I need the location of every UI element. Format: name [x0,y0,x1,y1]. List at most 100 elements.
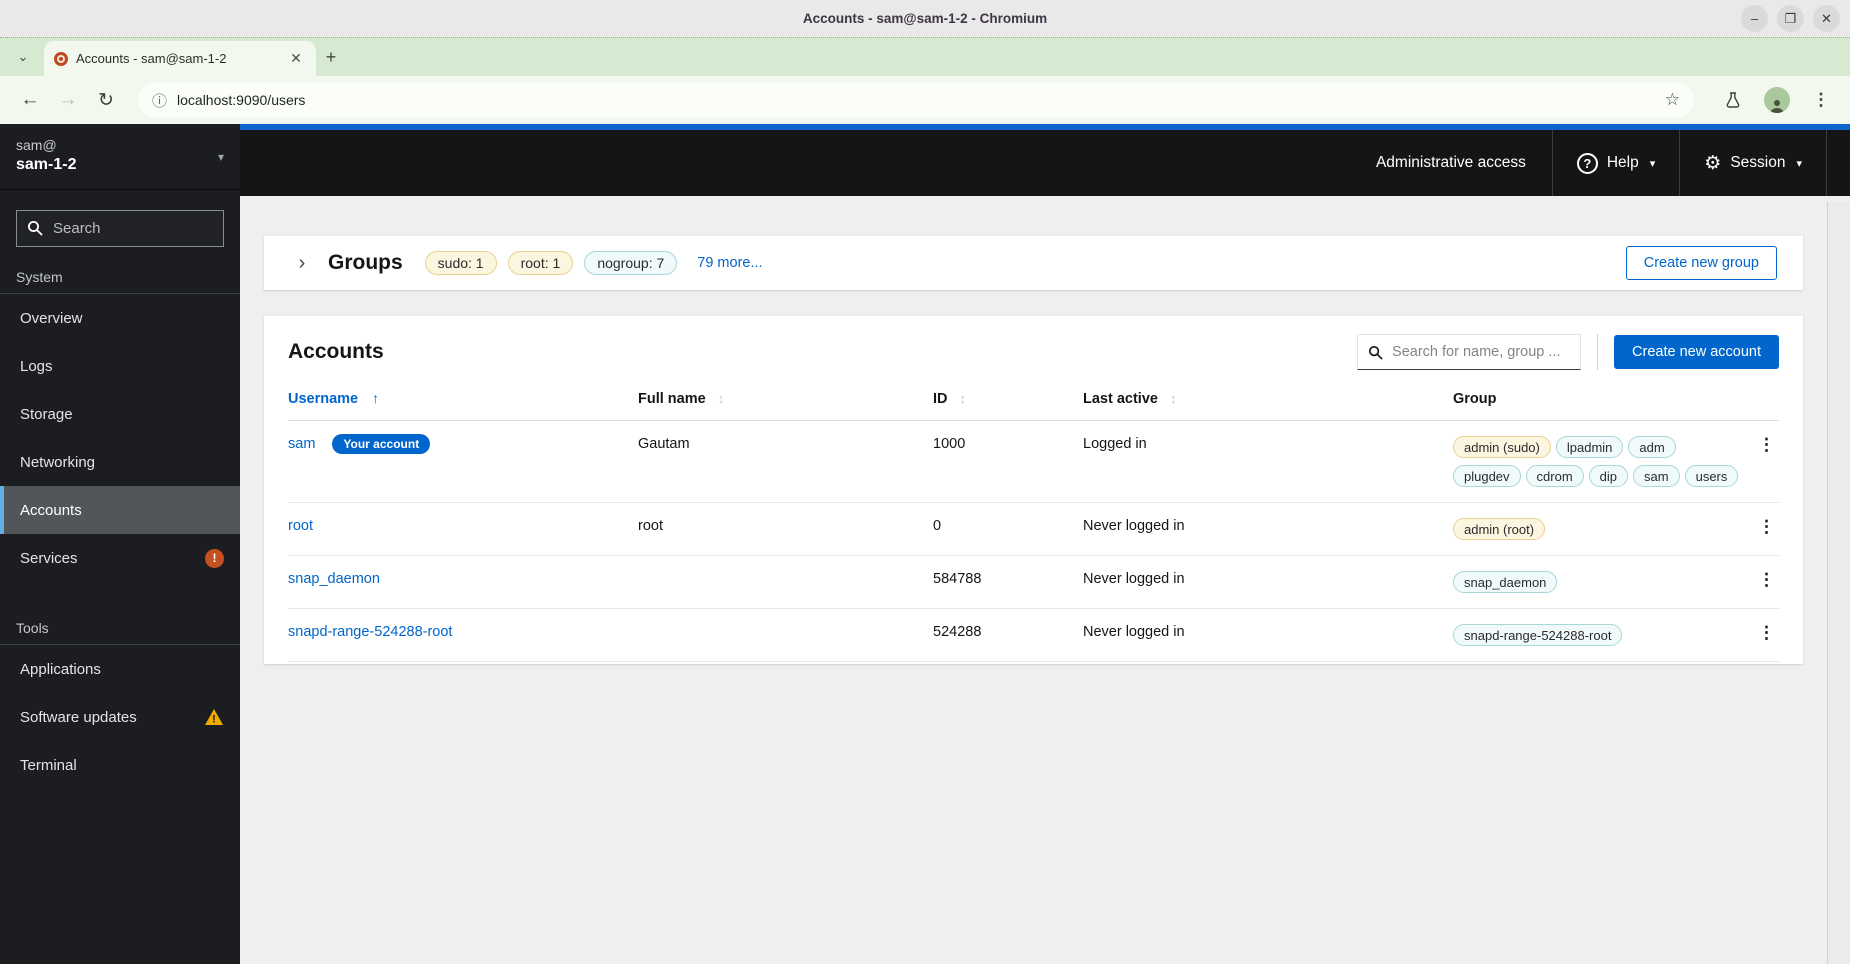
username-link[interactable]: root [288,518,313,534]
sidebar-item-services[interactable]: Services! [0,534,240,582]
administrative-access-button[interactable]: Administrative access [1350,130,1552,196]
full-name-cell: root [638,502,933,556]
group-badges: admin (sudo) lpadmin adm plugdev cdrom dip sam… [1453,436,1741,487]
groups-cell: admin (root) [1453,502,1743,556]
host-switcher[interactable]: sam@ sam-1-2 ▾ [0,124,240,190]
group-badge[interactable]: cdrom [1525,465,1584,487]
create-new-group-button[interactable]: Create new group [1625,246,1777,280]
group-count-badge[interactable]: nogroup: 7 [584,251,678,275]
last-active-cell: Never logged in [1083,555,1453,609]
browser-tab[interactable]: Accounts - sam@sam-1-2 ✕ [44,41,316,76]
group-badge[interactable]: users [1684,465,1739,487]
row-menu-button[interactable]: ⋮ [1758,624,1775,641]
accounts-card: Accounts Create new account Username ↑ Ful… [264,316,1803,664]
sidebar-item-software-updates[interactable]: Software updates! [0,693,240,741]
tab-strip: ⌄ Accounts - sam@sam-1-2 ✕ + [0,37,1850,76]
maximize-button[interactable]: ❐ [1777,5,1804,32]
group-badge[interactable]: snap_daemon [1453,571,1558,593]
close-icon: ✕ [1821,11,1832,26]
group-count-badge[interactable]: sudo: 1 [424,251,497,275]
forward-button[interactable]: → [52,84,84,116]
row-menu-button[interactable]: ⋮ [1758,436,1775,453]
danger-badge-icon: ! [205,548,224,568]
restore-icon: ❐ [1784,11,1797,26]
sidebar-item-applications[interactable]: Applications [0,645,240,693]
sidebar-item-accounts[interactable]: Accounts [0,486,240,534]
group-badge[interactable]: plugdev [1453,465,1521,487]
username-link[interactable]: sam [288,436,315,452]
page-scrollbar[interactable] [1827,202,1850,964]
accounts-table: Username ↑ Full name ↕ ID ↕ Last active ↕ Group … [288,376,1779,662]
sidebar-search [16,210,224,247]
table-header-row: Username ↑ Full name ↕ ID ↕ Last active ↕ Group [288,376,1779,421]
sidebar-search-input[interactable] [16,210,224,247]
column-header-username[interactable]: Username ↑ [288,376,638,421]
nav-section-title: Tools [16,620,49,636]
column-header-last-active[interactable]: Last active ↕ [1083,376,1453,421]
back-button[interactable]: ← [14,84,46,116]
column-header-full-name[interactable]: Full name ↕ [638,376,933,421]
nav-section-title: System [16,269,63,285]
sidebar-item-storage[interactable]: Storage [0,390,240,438]
create-new-account-button[interactable]: Create new account [1614,335,1779,369]
sidebar-item-label: Accounts [20,501,82,519]
chevron-down-icon: ▾ [217,149,224,164]
group-badge[interactable]: admin (sudo) [1453,436,1551,458]
group-badge[interactable]: snapd-range-524288-root [1453,624,1623,646]
sidebar-item-terminal[interactable]: Terminal [0,741,240,789]
url-text: localhost:9090/users [177,92,306,108]
username-link[interactable]: snap_daemon [288,571,380,587]
masthead: Administrative access ? Help ▾ ⚙ Session… [240,130,1850,196]
sidebar-item-networking[interactable]: Networking [0,438,240,486]
sidebar-item-logs[interactable]: Logs [0,342,240,390]
group-badges: snapd-range-524288-root [1453,624,1741,646]
username-link[interactable]: snapd-range-524288-root [288,624,452,640]
help-menu-button[interactable]: ? Help ▾ [1553,130,1679,196]
sidebar-item-label: Overview [20,309,83,327]
url-bar[interactable]: ⓘ localhost:9090/users ☆ [138,83,1694,117]
tab-close-button[interactable]: ✕ [286,50,306,67]
group-badge[interactable]: lpadmin [1555,436,1624,458]
tab-search-button[interactable]: ⌄ [8,42,38,72]
row-menu-button[interactable]: ⋮ [1758,571,1775,588]
reload-button[interactable]: ↻ [90,84,122,116]
help-label: Help [1606,154,1639,171]
group-badge[interactable]: admin (root) [1453,518,1546,540]
group-badge[interactable]: sam [1633,465,1680,487]
group-badge[interactable]: adm [1628,436,1676,458]
sidebar-item-overview[interactable]: Overview [0,294,240,342]
warning-triangle-icon: ! [205,709,223,726]
more-groups-link[interactable]: 79 more... [697,255,762,271]
search-icon [1368,345,1383,360]
browser-menu-button[interactable]: ⋮ [1806,85,1836,115]
help-icon: ? [1576,152,1598,174]
username-cell: sam Your account [288,420,638,503]
sidebar-item-label: Applications [20,660,101,678]
groups-expand-button[interactable]: › [290,252,314,275]
bookmark-star-button[interactable]: ☆ [1665,90,1680,110]
last-active-cell: Never logged in [1083,608,1453,662]
svg-text:!: ! [212,714,216,726]
profile-button[interactable] [1762,85,1792,115]
experiments-button[interactable] [1718,85,1748,115]
back-arrow-icon: ← [20,89,40,110]
session-menu-button[interactable]: ⚙ Session ▾ [1680,130,1826,196]
minimize-icon: – [1750,11,1759,26]
accounts-search-input[interactable] [1357,334,1582,370]
table-row: snap_daemon 584788 Never logged in snap_dae… [288,555,1779,609]
groups-badges: sudo: 1 root: 1 nogroup: 7 [424,251,678,275]
new-tab-button[interactable]: + [316,42,346,72]
close-button[interactable]: ✕ [1813,5,1840,32]
username-cell: snapd-range-524288-root [288,608,638,662]
group-badge[interactable]: dip [1588,465,1629,487]
group-badges: snap_daemon [1453,571,1741,593]
accounts-header: Accounts Create new account [288,334,1779,370]
flask-icon [1726,92,1740,108]
row-menu-button[interactable]: ⋮ [1758,518,1775,535]
minimize-button[interactable]: – [1741,5,1768,32]
groups-title: Groups [328,251,403,274]
column-header-id[interactable]: ID ↕ [933,376,1083,421]
id-cell: 584788 [933,555,1083,609]
site-info-icon[interactable]: ⓘ [152,90,167,111]
group-count-badge[interactable]: root: 1 [507,251,574,275]
